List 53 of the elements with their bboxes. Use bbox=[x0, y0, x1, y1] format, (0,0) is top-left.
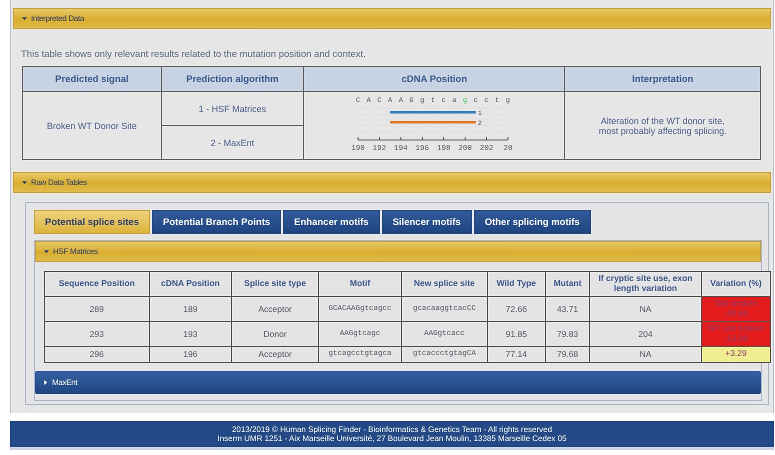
table-cell: 1 - HSF Matrices bbox=[161, 92, 304, 126]
table-cell: Acceptor bbox=[232, 346, 318, 362]
column-header: Mutant bbox=[546, 272, 590, 296]
column-header: Variation (%) bbox=[702, 272, 770, 296]
column-header: cDNA Position bbox=[304, 66, 565, 92]
column-header: cDNA Position bbox=[149, 272, 232, 296]
column-header: Predicted signal bbox=[22, 66, 162, 92]
section-title: MaxEnt bbox=[52, 378, 78, 387]
table-cell: 204 bbox=[590, 321, 702, 346]
variation-cell: WT site broken -13.09 bbox=[702, 321, 770, 346]
table-cell: 189 bbox=[149, 296, 232, 322]
column-header: Prediction algorithm bbox=[161, 66, 304, 92]
table-cell: 79.68 bbox=[546, 346, 590, 362]
tab[interactable]: Silencer motifs bbox=[382, 210, 472, 234]
column-header: If cryptic site use, exon length variation bbox=[590, 272, 702, 296]
section-header[interactable]: Raw Data Tables bbox=[13, 172, 771, 193]
column-header: New splice site bbox=[402, 272, 488, 296]
table-cell: Acceptor bbox=[232, 296, 318, 322]
section-title: Raw Data Tables bbox=[31, 178, 87, 187]
section-title: Interpreted Data bbox=[31, 14, 84, 23]
subsection-header[interactable]: MaxEnt bbox=[35, 370, 761, 394]
tab[interactable]: Other splicing motifs bbox=[474, 210, 591, 234]
column-header: Wild Type bbox=[487, 272, 546, 296]
variation-cell: +3.29 bbox=[702, 346, 770, 362]
table-cell: NA bbox=[590, 296, 702, 322]
table-cell: Broken WT Donor Site bbox=[22, 92, 162, 160]
column-header: Splice site type bbox=[232, 272, 318, 296]
table-cell: 296 bbox=[44, 346, 150, 362]
column-header: Interpretation bbox=[564, 66, 760, 92]
tab[interactable]: Potential Branch Points bbox=[152, 210, 282, 234]
footer-text: 2013/2019 © Human Splicing Finder - Bioinformatics & Genetics Team - All rights reserved bbox=[232, 424, 552, 434]
table-cell: 72.66 bbox=[487, 296, 546, 322]
intro-text: This table shows only relevant results related to the mutation position and context. bbox=[21, 49, 367, 60]
table-cell: 193 bbox=[149, 321, 232, 346]
footer-text: Inserm UMR 1251 - Aix Marseille Université, 27 Boulevard Jean Moulin, 13385 Marseille Cedex 05 bbox=[217, 434, 567, 443]
tab[interactable]: Potential splice sites bbox=[34, 210, 150, 234]
table-cell: 196 bbox=[149, 346, 232, 362]
table-cell: Donor bbox=[232, 321, 318, 346]
section-title: HSF Matrices bbox=[53, 247, 98, 256]
table-cell: 79.83 bbox=[546, 321, 590, 346]
table-cell: 293 bbox=[44, 321, 150, 346]
column-header: Sequence Position bbox=[44, 272, 150, 296]
table-cell: NA bbox=[590, 346, 702, 362]
variation-cell: Site broken -39.84 bbox=[702, 296, 770, 322]
column-header: Motif bbox=[318, 272, 402, 296]
table-cell: 91.85 bbox=[487, 321, 546, 346]
section-header[interactable]: Interpreted Data bbox=[13, 8, 771, 29]
subsection-header[interactable]: HSF Matrices bbox=[35, 241, 761, 262]
table-cell: 43.71 bbox=[546, 296, 590, 322]
table-cell: 289 bbox=[44, 296, 150, 322]
table-cell: 77.14 bbox=[487, 346, 546, 362]
tab[interactable]: Enhancer motifs bbox=[283, 210, 380, 234]
interpretation-text: Alteration of the WT donor site, most probably affecting splicing. bbox=[564, 92, 760, 160]
